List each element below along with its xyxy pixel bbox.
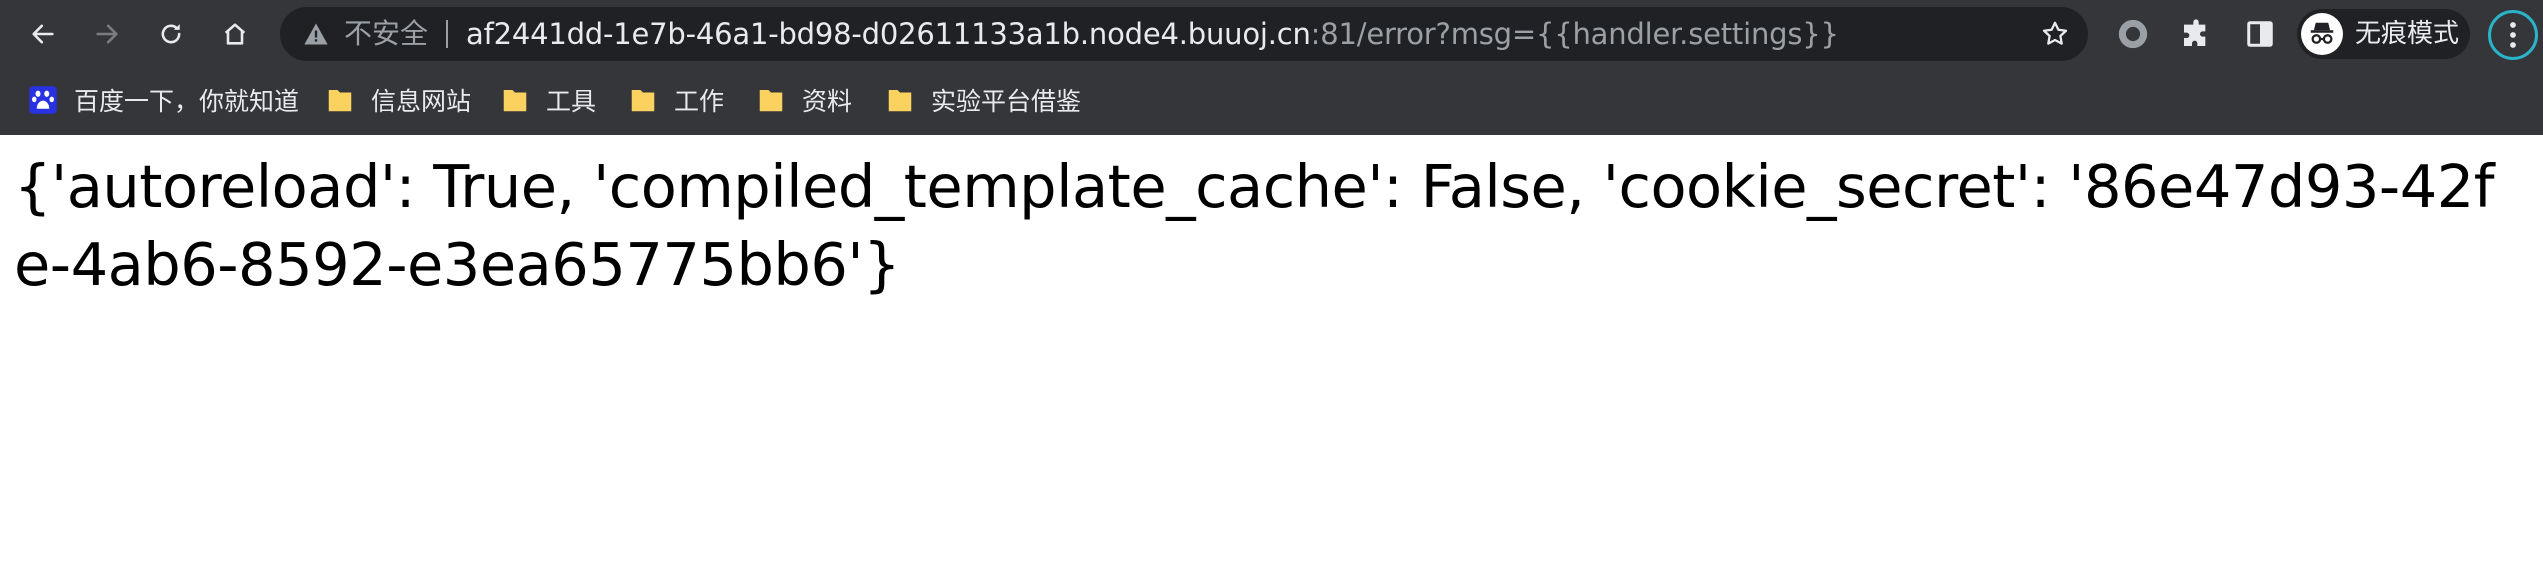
bookmark-folder-work[interactable]: 工作 bbox=[628, 78, 724, 122]
warning-triangle-icon bbox=[304, 23, 328, 45]
folder-icon bbox=[328, 90, 352, 112]
side-panel-button[interactable] bbox=[2240, 14, 2280, 54]
record-circle-icon bbox=[2118, 19, 2148, 49]
bookmark-folder-lab-platform[interactable]: 实验平台借鉴 bbox=[885, 78, 1081, 122]
folder-icon bbox=[631, 90, 655, 112]
incognito-icon bbox=[2301, 13, 2343, 55]
bookmark-star-icon[interactable] bbox=[2040, 19, 2070, 49]
bookmark-folder-materials[interactable]: 资料 bbox=[756, 78, 852, 122]
home-icon bbox=[224, 23, 246, 45]
url-path: :81/error?msg={{handler.settings}} bbox=[1310, 17, 1839, 51]
bookmark-folder-info-sites[interactable]: 信息网站 bbox=[325, 78, 471, 122]
arrow-left-icon bbox=[32, 24, 54, 44]
puzzle-icon bbox=[2184, 19, 2206, 46]
bookmark-label: 信息网站 bbox=[371, 87, 472, 116]
side-panel-icon bbox=[2247, 21, 2273, 47]
bookmark-baidu[interactable]: 百度一下，你就知道 bbox=[28, 78, 299, 122]
page-content: {'autoreload': True, 'compiled_template_… bbox=[14, 148, 2514, 304]
address-bar[interactable]: 不安全 af2441dd-1e7b-46a1-bd98-d02611133a1b… bbox=[280, 7, 2088, 61]
baidu-paw-icon bbox=[29, 86, 57, 114]
arrow-right-icon bbox=[96, 24, 118, 44]
settings-output-text: {'autoreload': True, 'compiled_template_… bbox=[14, 152, 2495, 299]
url-text[interactable]: af2441dd-1e7b-46a1-bd98-d02611133a1b.nod… bbox=[466, 7, 1839, 61]
reload-icon bbox=[161, 24, 181, 44]
extension-record-button[interactable] bbox=[2113, 14, 2153, 54]
folder-icon bbox=[503, 90, 527, 112]
bookmark-label: 工作 bbox=[674, 87, 725, 116]
bookmarks-bar: 百度一下，你就知道 信息网站 工具 工作 资料 实验平台借鉴 bbox=[0, 78, 2543, 122]
more-vertical-icon bbox=[2510, 22, 2516, 48]
browser-menu-button[interactable] bbox=[2488, 10, 2538, 60]
home-button[interactable] bbox=[213, 12, 257, 56]
bookmark-folder-tools[interactable]: 工具 bbox=[500, 78, 596, 122]
forward-button[interactable] bbox=[85, 12, 129, 56]
bookmark-label: 资料 bbox=[802, 87, 853, 116]
omnibox-divider bbox=[446, 20, 448, 48]
back-button[interactable] bbox=[21, 12, 65, 56]
incognito-profile-button[interactable]: 无痕模式 bbox=[2297, 9, 2470, 59]
bookmark-label: 工具 bbox=[546, 87, 597, 116]
url-host: af2441dd-1e7b-46a1-bd98-d02611133a1b.nod… bbox=[466, 17, 1311, 51]
reload-button[interactable] bbox=[149, 12, 193, 56]
incognito-label: 无痕模式 bbox=[2355, 19, 2460, 49]
bookmark-label: 百度一下，你就知道 bbox=[74, 87, 300, 116]
browser-chrome: 不安全 af2441dd-1e7b-46a1-bd98-d02611133a1b… bbox=[0, 0, 2543, 135]
browser-toolbar: 不安全 af2441dd-1e7b-46a1-bd98-d02611133a1b… bbox=[0, 0, 2543, 68]
bookmark-label: 实验平台借鉴 bbox=[931, 87, 1082, 116]
extensions-button[interactable] bbox=[2176, 14, 2216, 54]
folder-icon bbox=[888, 90, 912, 112]
insecure-label[interactable]: 不安全 bbox=[344, 7, 428, 61]
folder-icon bbox=[759, 90, 783, 112]
